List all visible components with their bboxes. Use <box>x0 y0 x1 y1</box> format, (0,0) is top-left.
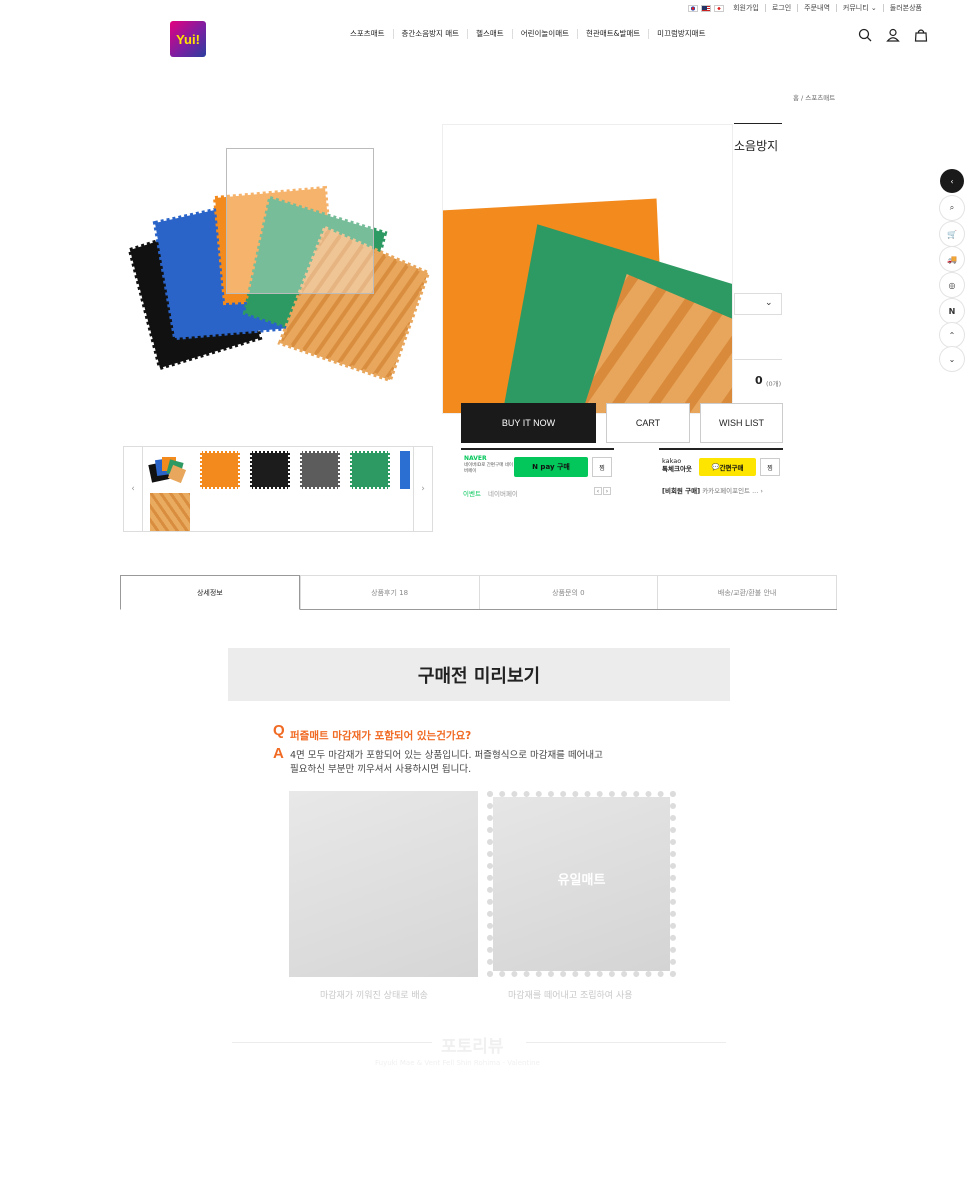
thumbnail-green[interactable] <box>350 451 390 489</box>
nav-noise-mat[interactable]: 층간소음방지 매트 <box>392 29 468 39</box>
bag-icon[interactable] <box>914 28 928 42</box>
option-select[interactable] <box>734 293 782 315</box>
zoom-lens[interactable] <box>226 148 374 294</box>
kakao-promo-text: 카카오페이포인트 ... <box>702 487 759 495</box>
kakao-promo[interactable]: [비회원 구매] 카카오페이포인트 ... › <box>662 485 763 495</box>
faq-answer-line1: 4면 모두 마감재가 포함되어 있는 상품입니다. 퍼즐형식으로 마감재를 떼어… <box>290 750 603 761</box>
japan-flag-icon[interactable] <box>714 4 725 12</box>
user-icon[interactable] <box>886 28 900 42</box>
naver-pay-button[interactable]: N pay 구매 <box>514 457 588 477</box>
community-label: 커뮤니티 <box>842 4 869 12</box>
divider <box>526 1042 726 1043</box>
tab-shipping[interactable]: 배송/교환/환불 안내 <box>657 575 837 609</box>
zoom-preview-pane <box>442 124 733 414</box>
tab-qna[interactable]: 상품문의 0 <box>478 575 658 609</box>
main-nav: 스포츠매트 층간소음방지 매트 헬스매트 어린이놀이매트 현관매트&발매트 미끄… <box>350 29 713 39</box>
thumb-prev-icon[interactable]: ‹ <box>124 447 143 531</box>
answer-mark-label: A <box>273 745 284 762</box>
divider <box>734 359 782 360</box>
kakao-pay-button[interactable]: 💬 간편구매 <box>699 458 756 476</box>
utility-bar: 회원가입 로그인 주문내역 커뮤니티 ⌄ 둘러본상품 <box>688 4 928 12</box>
sample-caption-2: 마감재를 떼어내고 조립하여 사용 <box>508 991 633 1001</box>
sample-caption-1: 마감재가 끼워진 상태로 배송 <box>320 991 428 1001</box>
scroll-up-icon[interactable]: ⌃ <box>940 323 964 347</box>
join-link[interactable]: 회원가입 <box>727 4 765 12</box>
thumbnail-strip: ‹ › <box>123 446 433 532</box>
recently-viewed-link[interactable]: 둘러본상품 <box>882 4 928 12</box>
us-flag-icon[interactable] <box>701 4 712 12</box>
orders-link[interactable]: 주문내역 <box>797 4 836 12</box>
delivery-truck-icon[interactable]: 🚚 <box>940 247 964 271</box>
chevron-down-icon: ⌄ <box>765 298 773 308</box>
next-icon[interactable]: › <box>603 487 611 495</box>
sample-watermark: 유일매트 <box>557 873 606 888</box>
question-mark-label: Q <box>273 722 285 739</box>
instagram-icon[interactable]: ◎ <box>940 273 964 297</box>
kakao-pay-label: 간편구매 <box>719 464 744 472</box>
faq-answer: 4면 모두 마감재가 포함되어 있는 상품입니다. 퍼즐형식으로 마감재를 떼어… <box>290 749 603 777</box>
thumbnail-gray[interactable] <box>300 451 340 489</box>
sample-image-with-edges <box>289 791 478 977</box>
breadcrumb[interactable]: 홈 / 스포츠매트 <box>793 92 835 102</box>
nav-door-mat[interactable]: 현관매트&발매트 <box>577 29 648 39</box>
kakao-zzim-button[interactable]: 찜 <box>760 458 780 476</box>
nav-sports-mat[interactable]: 스포츠매트 <box>350 29 393 39</box>
community-link[interactable]: 커뮤니티 ⌄ <box>835 4 883 12</box>
header-icons <box>858 28 928 42</box>
photo-review-subtitle: Fuyuki Mae & Vent Fell Shin Rohima - Val… <box>375 1059 540 1067</box>
info-top-rule <box>734 123 782 124</box>
thumbnail-wood[interactable] <box>150 493 190 531</box>
faq-answer-line2: 필요하신 부분만 끼우셔서 사용하시면 됩니다. <box>290 764 472 775</box>
kakao-brand-sub: 톡체크아웃 <box>662 465 692 473</box>
nav-kids-mat[interactable]: 어린이놀이매트 <box>511 29 577 39</box>
wishlist-button[interactable]: WISH LIST <box>700 403 783 443</box>
naver-zzim-button[interactable]: 찜 <box>592 457 612 477</box>
kakao-brand: kakao 톡체크아웃 <box>662 457 692 473</box>
kakao-promo-bold: [비회원 구매] <box>662 487 701 495</box>
cart-icon[interactable]: 🛒 <box>940 222 964 246</box>
site-logo[interactable]: Yui! <box>170 21 206 57</box>
naver-brand: NAVER <box>464 455 487 462</box>
thumbnail-orange[interactable] <box>200 451 240 489</box>
thumb-next-icon[interactable]: › <box>413 447 432 531</box>
naver-event-label[interactable]: 이벤트 <box>463 488 481 498</box>
preview-banner: 구매전 미리보기 <box>228 648 730 701</box>
divider <box>232 1042 432 1043</box>
thumbnail-black[interactable] <box>250 451 290 489</box>
buy-now-button[interactable]: BUY IT NOW <box>461 403 596 443</box>
collapse-icon[interactable]: ‹ <box>940 169 964 193</box>
scroll-down-icon[interactable]: ⌄ <box>940 347 964 371</box>
nav-gym-mat[interactable]: 헬스매트 <box>467 29 512 39</box>
total-price: 0 <box>755 374 763 387</box>
tab-detail[interactable]: 상세정보 <box>120 575 300 610</box>
thumbnail-blue[interactable] <box>400 451 410 489</box>
login-link[interactable]: 로그인 <box>764 4 797 12</box>
preview-title: 구매전 미리보기 <box>417 665 541 687</box>
prev-icon[interactable]: ‹ <box>594 487 602 495</box>
tab-reviews[interactable]: 상품후기 18 <box>299 575 479 609</box>
naver-sub: 네이버ID로 간편구매 네이버페이 <box>464 463 514 474</box>
kakao-brand-name: kakao <box>662 457 682 465</box>
total-count: (0개) <box>766 380 782 388</box>
nav-antislip-mat[interactable]: 미끄럼방지매트 <box>648 29 713 39</box>
naver-pay-box: NAVER 네이버ID로 간편구매 네이버페이 N pay 구매 찜 <box>461 448 614 483</box>
sample-image-assembled: 유일매트 <box>487 791 676 977</box>
chevron-down-icon: ⌄ <box>870 4 877 12</box>
faq-question: 퍼즐매트 마감재가 포함되어 있는건가요? <box>290 730 472 742</box>
naver-blog-icon[interactable]: N <box>940 299 964 323</box>
kakao-checkout-box: kakao 톡체크아웃 💬 간편구매 찜 <box>659 448 783 480</box>
product-title: 소음방지 <box>734 139 779 153</box>
photo-review-title: 포토리뷰 <box>441 1037 504 1057</box>
naver-event-arrows: ‹ › <box>594 487 611 495</box>
cart-button[interactable]: CART <box>606 403 690 443</box>
detail-tabs: 상세정보 상품후기 18 상품문의 0 배송/교환/환불 안내 <box>120 575 837 610</box>
korean-flag-icon[interactable] <box>688 4 699 12</box>
search-icon[interactable] <box>858 28 872 42</box>
search-icon[interactable]: ⌕ <box>940 196 964 220</box>
logo-text: Yui! <box>176 31 200 47</box>
naver-event-text: 네이버페이 <box>488 490 518 498</box>
thumbnail-all[interactable] <box>148 451 188 489</box>
